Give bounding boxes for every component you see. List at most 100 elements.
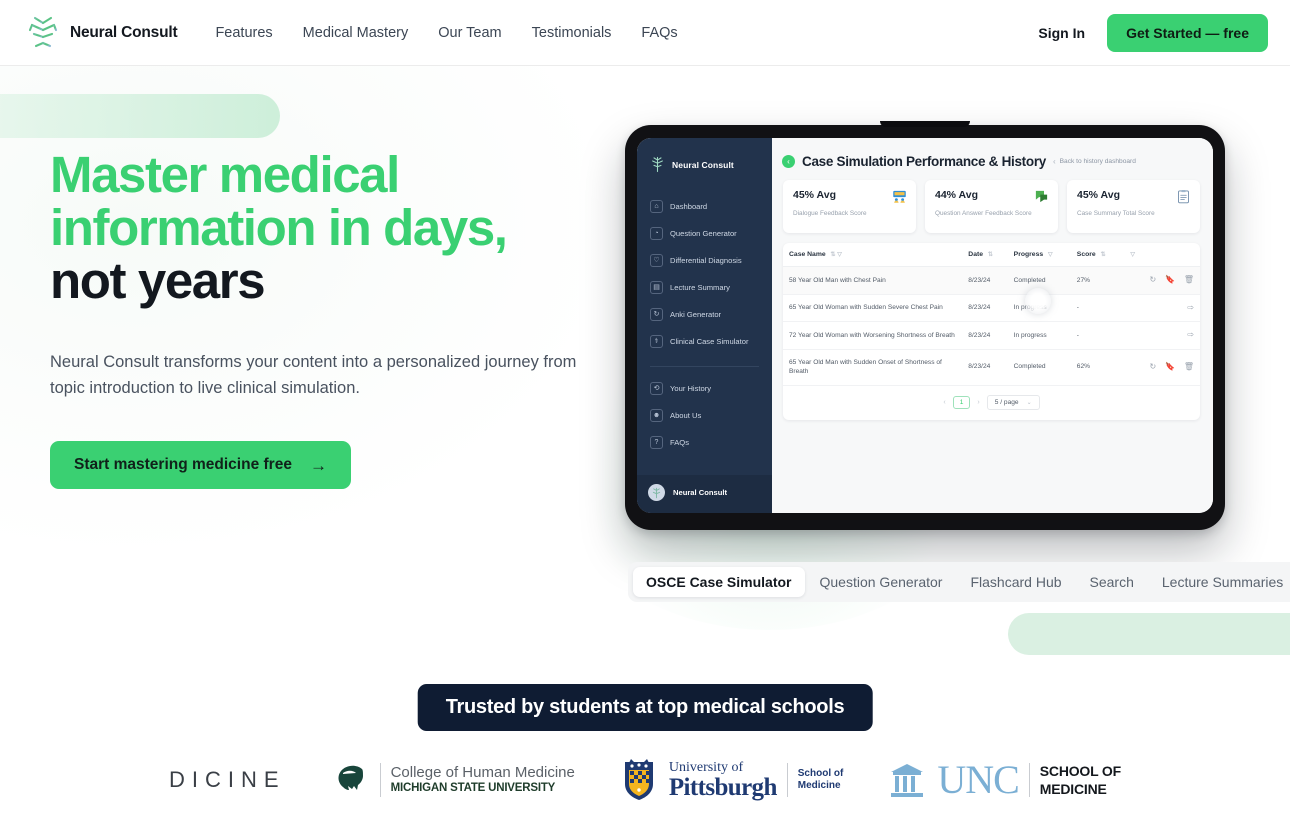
sidebar-item-label: Differential Diagnosis <box>670 256 742 265</box>
app-main: ‹ Case Simulation Performance & History … <box>772 138 1213 513</box>
sidebar-item-lecture-summary[interactable]: ▤ Lecture Summary <box>637 274 772 301</box>
refresh-icon[interactable]: ↻ <box>1149 362 1156 372</box>
stat-value: 44% Avg <box>935 189 978 201</box>
play-forward-icon[interactable]: ⇨ <box>1187 330 1194 340</box>
sidebar-item-differential-diagnosis[interactable]: ♡ Differential Diagnosis <box>637 247 772 274</box>
sign-in-link[interactable]: Sign In <box>1038 25 1085 41</box>
column-label: Date <box>968 251 984 258</box>
people-presentation-icon <box>893 190 906 203</box>
sidebar-item-label: FAQs <box>670 438 689 447</box>
pagination-page-1[interactable]: 1 <box>952 395 971 409</box>
main-nav: Features Medical Mastery Our Team Testim… <box>215 25 677 41</box>
cell-date: 8/23/24 <box>962 321 1008 350</box>
sidebar-item-your-history[interactable]: ⟲ Your History <box>637 375 772 402</box>
table-header: Case Name ⇅ ▽ Date ⇅ Progress ▽ Score ⇅ … <box>783 243 1200 267</box>
sidebar-item-label: Anki Generator <box>670 310 722 319</box>
sidebar-item-question-generator[interactable]: ◔ Question Generator <box>637 220 772 247</box>
cell-date: 8/23/24 <box>962 349 1008 386</box>
pagination-next-button[interactable]: › <box>977 399 979 406</box>
tablet-screen: Neural Consult ⌂ Dashboard ◔ Question Ge… <box>637 138 1213 513</box>
logo-divider <box>786 763 788 797</box>
logo-sub-2: Medicine <box>797 780 841 791</box>
bookmark-icon[interactable]: 🔖 <box>1165 275 1175 285</box>
brand[interactable]: Neural Consult <box>26 14 178 52</box>
trusted-banner: Trusted by students at top medical schoo… <box>417 684 873 731</box>
cell-score: - <box>1070 321 1122 350</box>
sort-filter-icons[interactable]: ⇅ ▽ <box>831 252 842 258</box>
sidebar-item-label: Your History <box>670 384 712 393</box>
trash-icon[interactable]: 🗑 <box>1184 362 1194 372</box>
nav-link-testimonials[interactable]: Testimonials <box>532 25 612 41</box>
bookmark-icon[interactable]: 🔖 <box>1165 362 1175 372</box>
sort-icon[interactable]: ⇅ <box>988 252 993 258</box>
sidebar-item-clinical-case-simulator[interactable]: ⚕ Clinical Case Simulator <box>637 328 772 355</box>
tab-osce-case-simulator[interactable]: OSCE Case Simulator <box>633 567 805 597</box>
get-started-button[interactable]: Get Started — free <box>1107 13 1268 52</box>
hero-title-line-2: information in days, <box>50 199 508 256</box>
table-row[interactable]: 65 Year Old Woman with Sudden Severe Che… <box>783 294 1200 322</box>
back-to-history-dashboard-link[interactable]: ‹ Back to history dashboard <box>1053 157 1136 166</box>
logo-divider <box>379 763 381 797</box>
neuron-tree-logo-icon <box>652 487 661 498</box>
column-header-progress[interactable]: Progress ▽ <box>1007 243 1071 267</box>
start-mastering-button[interactable]: Start mastering medicine free → <box>50 441 351 489</box>
tablet-device-mockup: Neural Consult ⌂ Dashboard ◔ Question Ge… <box>625 121 1225 530</box>
neuron-tree-logo-icon <box>28 15 58 50</box>
sort-icon[interactable]: ⇅ <box>1101 252 1106 258</box>
nav-link-faqs[interactable]: FAQs <box>641 25 677 41</box>
sidebar-item-anki-generator[interactable]: ↻ Anki Generator <box>637 301 772 328</box>
filter-icon[interactable]: ▽ <box>1130 252 1135 258</box>
tab-flashcard-hub[interactable]: Flashcard Hub <box>957 567 1074 597</box>
nav-link-medical-mastery[interactable]: Medical Mastery <box>303 25 409 41</box>
sidebar-item-dashboard[interactable]: ⌂ Dashboard <box>637 193 772 220</box>
arrow-right-icon: → <box>309 455 327 475</box>
column-label: Progress <box>1013 251 1044 258</box>
logo-sub-1: School of <box>797 768 844 779</box>
sidebar-user-profile[interactable]: Neural Consult <box>637 475 772 513</box>
neuron-tree-logo-icon <box>652 156 663 173</box>
logo-wordmark-text: UNC <box>937 757 1019 802</box>
table-pagination: ‹ 1 › 5 / page ⌄ <box>783 386 1200 420</box>
column-header-actions[interactable]: ▽ <box>1121 243 1200 267</box>
table-row[interactable]: 72 Year Old Woman with Worsening Shortne… <box>783 321 1200 350</box>
cell-date: 8/23/24 <box>962 294 1008 322</box>
logo-line-1: University of <box>668 760 744 775</box>
column-header-date[interactable]: Date ⇅ <box>962 243 1008 267</box>
cell-progress: In progress <box>1007 321 1071 350</box>
stat-value: 45% Avg <box>1077 189 1120 201</box>
cell-score: 27% <box>1070 266 1122 295</box>
table-row[interactable]: 65 Year Old Man with Sudden Onset of Sho… <box>783 349 1200 386</box>
app-sidebar-brand[interactable]: Neural Consult <box>637 148 772 187</box>
play-forward-icon[interactable]: ⇨ <box>1187 303 1194 313</box>
green-speech-bubble-icon <box>1035 190 1048 203</box>
filter-icon[interactable]: ▽ <box>1048 252 1053 258</box>
logo-unc-school-of-medicine: UNC SCHOOL OF MEDICINE <box>887 754 1121 806</box>
feature-tabs: OSCE Case Simulator Question Generator F… <box>628 562 1290 602</box>
tab-search[interactable]: Search <box>1077 567 1147 597</box>
back-link-label: Back to history dashboard <box>1059 158 1136 165</box>
page-size-select[interactable]: 5 / page ⌄ <box>986 394 1040 410</box>
cell-case-name: 58 Year Old Man with Chest Pain <box>783 266 963 295</box>
sidebar-item-about-us[interactable]: ☻ About Us <box>637 402 772 429</box>
hero-subtitle: Neural Consult transforms your content i… <box>50 353 577 397</box>
stat-label: Case Summary Total Score <box>1077 210 1155 217</box>
nav-link-our-team[interactable]: Our Team <box>438 25 501 41</box>
shield-icon: ♡ <box>650 254 663 267</box>
refresh-icon[interactable]: ↻ <box>1149 275 1156 285</box>
cell-progress: In progress <box>1007 294 1071 322</box>
university-logo-strip: DICINE College of Human Medicine MICHIGA… <box>0 748 1290 812</box>
column-header-score[interactable]: Score ⇅ <box>1070 243 1122 267</box>
sidebar-item-faqs[interactable]: ? FAQs <box>637 429 772 456</box>
logo-university-of-pittsburgh: University of Pittsburgh School of Medic… <box>619 754 843 806</box>
chevron-left-circle-icon[interactable]: ‹ <box>782 155 795 168</box>
pagination-prev-button[interactable]: ‹ <box>943 399 945 406</box>
nav-link-features[interactable]: Features <box>215 25 272 41</box>
column-header-case-name[interactable]: Case Name ⇅ ▽ <box>783 243 963 267</box>
trash-icon[interactable]: 🗑 <box>1184 275 1194 285</box>
tab-lecture-summaries[interactable]: Lecture Summaries <box>1149 567 1290 597</box>
tab-question-generator[interactable]: Question Generator <box>807 567 956 597</box>
app-sidebar-brand-label: Neural Consult <box>672 159 734 170</box>
column-label: Case Name <box>789 251 826 258</box>
logo-line-1: College of Human Medicine <box>390 764 575 781</box>
table-row[interactable]: 58 Year Old Man with Chest Pain 8/23/24 … <box>783 266 1200 295</box>
